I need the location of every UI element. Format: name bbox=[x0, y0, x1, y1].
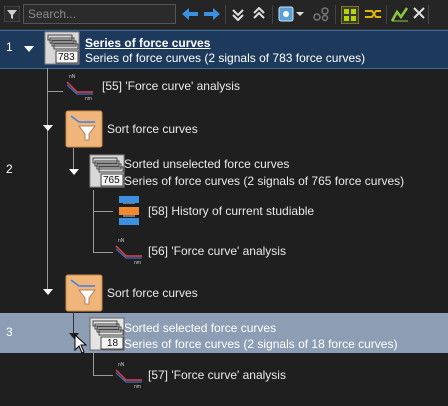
svg-text:nN: nN bbox=[69, 74, 76, 80]
grid-view-icon[interactable] bbox=[341, 6, 359, 24]
expand-all-icon[interactable] bbox=[252, 7, 266, 21]
selected-subtitle: Series of force curves (2 signals of 18 … bbox=[124, 337, 398, 351]
analysis-55-label[interactable]: [55] 'Force curve' analysis bbox=[102, 79, 240, 93]
search-input[interactable] bbox=[28, 6, 168, 22]
history-icon bbox=[119, 196, 139, 225]
force-curve-analysis-icon: nN nm bbox=[115, 362, 142, 390]
series-title[interactable]: Series of force curves bbox=[85, 36, 210, 50]
sort-label-1[interactable]: Sort force curves bbox=[107, 122, 198, 136]
row-number: 3 bbox=[6, 325, 13, 339]
collapse-arrow-icon[interactable] bbox=[43, 125, 53, 131]
mouse-cursor-icon bbox=[74, 334, 88, 354]
add-operator-icon[interactable] bbox=[278, 6, 304, 22]
selected-title[interactable]: Sorted selected force curves bbox=[124, 321, 276, 335]
force-curve-analysis-icon: nN nm bbox=[66, 74, 93, 102]
sort-label-2[interactable]: Sort force curves bbox=[107, 286, 198, 300]
svg-text:nm: nm bbox=[134, 260, 141, 266]
collapse-arrow-icon[interactable] bbox=[43, 289, 53, 295]
toolbar bbox=[0, 0, 448, 30]
svg-text:nN: nN bbox=[118, 362, 125, 368]
series-count: 18 bbox=[107, 338, 119, 349]
svg-text:nN: nN bbox=[118, 238, 125, 244]
svg-text:nm: nm bbox=[85, 96, 92, 102]
analysis-57-label[interactable]: [57] 'Force curve' analysis bbox=[148, 368, 286, 382]
row-number: 2 bbox=[6, 162, 13, 176]
close-icon[interactable] bbox=[413, 7, 425, 19]
svg-text:nm: nm bbox=[134, 384, 141, 390]
chart-icon[interactable] bbox=[391, 6, 409, 22]
collapse-arrow-icon[interactable] bbox=[69, 169, 79, 175]
collapse-all-icon[interactable] bbox=[231, 7, 245, 21]
series-subtitle: Series of force curves (2 signals of 783… bbox=[85, 51, 366, 65]
force-curve-analysis-icon: nN nm bbox=[115, 238, 142, 266]
row-number: 1 bbox=[6, 40, 13, 54]
search-box[interactable] bbox=[23, 4, 176, 24]
analysis-56-label[interactable]: [56] 'Force curve' analysis bbox=[148, 244, 286, 258]
series-count: 783 bbox=[58, 52, 75, 63]
history-58-label[interactable]: [58] History of current studiable bbox=[148, 204, 314, 218]
unselected-title[interactable]: Sorted unselected force curves bbox=[124, 157, 289, 171]
sort-operator-icon[interactable] bbox=[65, 274, 103, 312]
arrow-left-icon[interactable] bbox=[181, 7, 199, 21]
unselected-subtitle: Series of force curves (2 signals of 765… bbox=[124, 174, 405, 188]
shuffle-icon[interactable] bbox=[364, 7, 382, 21]
collapse-arrow-icon[interactable] bbox=[24, 46, 34, 52]
arrow-right-icon[interactable] bbox=[203, 7, 221, 21]
tree-line bbox=[47, 68, 48, 293]
sort-operator-icon[interactable] bbox=[65, 110, 103, 148]
filter-icon[interactable] bbox=[4, 6, 20, 22]
graph-icon[interactable] bbox=[312, 6, 330, 22]
series-count: 765 bbox=[103, 175, 120, 186]
